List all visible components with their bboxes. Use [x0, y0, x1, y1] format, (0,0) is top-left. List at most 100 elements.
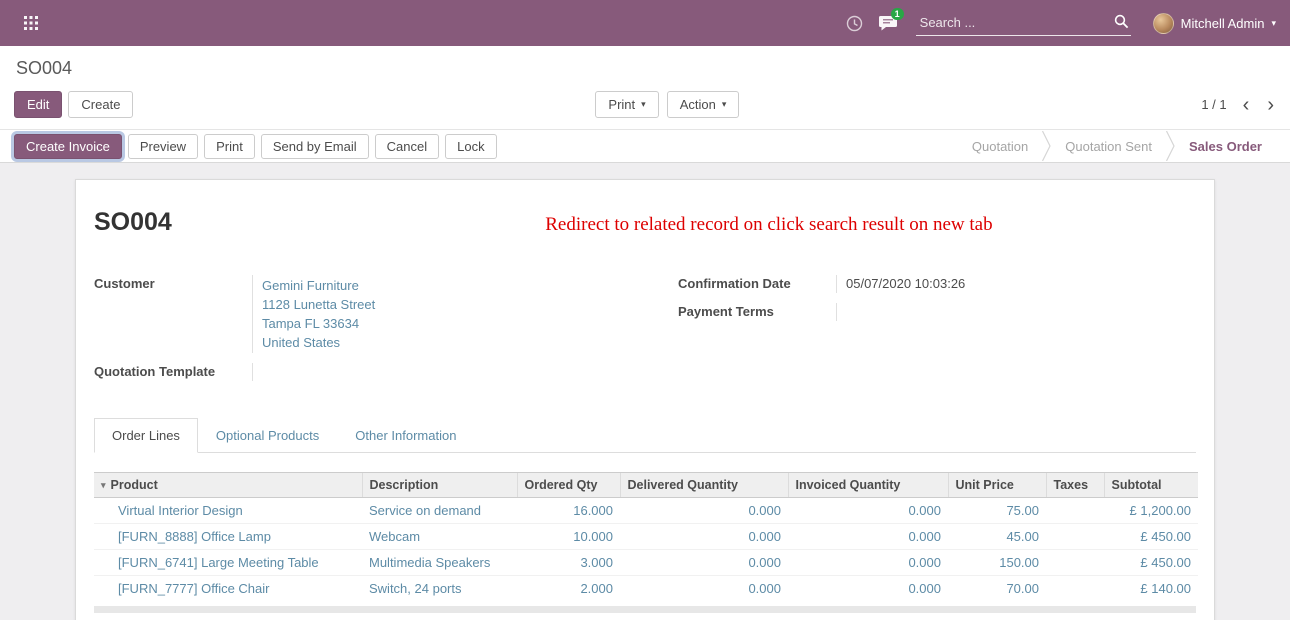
record-action-buttons: Edit Create	[14, 91, 133, 118]
print-dropdown-button[interactable]: Print ▾	[595, 91, 658, 118]
user-menu-button[interactable]: Mitchell Admin ▾	[1153, 0, 1276, 46]
quotation-template-value	[252, 363, 612, 381]
cell-delivered-qty: 0.000	[620, 524, 788, 550]
send-by-email-button[interactable]: Send by Email	[261, 134, 369, 159]
cell-taxes	[1046, 524, 1104, 550]
quotation-template-label: Quotation Template	[94, 363, 252, 381]
cell-ordered-qty: 2.000	[517, 576, 620, 602]
table-row[interactable]: [FURN_8888] Office Lamp Webcam 10.000 0.…	[94, 524, 1198, 550]
cell-ordered-qty: 10.000	[517, 524, 620, 550]
edit-button[interactable]: Edit	[14, 91, 62, 118]
print-button[interactable]: Print	[204, 134, 255, 159]
status-pipeline: Quotation Quotation Sent Sales Order	[958, 135, 1276, 157]
confirmation-date-value: 05/07/2020 10:03:26	[836, 275, 1196, 293]
cell-subtotal: £ 450.00	[1104, 550, 1198, 576]
tab-other-information[interactable]: Other Information	[337, 418, 474, 453]
preview-button[interactable]: Preview	[128, 134, 198, 159]
state-quotation[interactable]: Quotation	[958, 139, 1042, 154]
annotation-text: Redirect to related record on click sear…	[172, 208, 1196, 236]
cell-product[interactable]: [FURN_6741] Large Meeting Table	[94, 550, 362, 576]
payment-terms-value	[836, 303, 1196, 321]
apps-grid-icon	[24, 16, 38, 30]
arrow-separator-icon	[1042, 131, 1051, 161]
pager-value: 1 / 1	[1201, 97, 1226, 112]
cell-ordered-qty: 3.000	[517, 550, 620, 576]
cell-taxes	[1046, 576, 1104, 602]
chevron-down-icon: ▾	[722, 99, 727, 110]
notebook-tabs: Order Lines Optional Products Other Info…	[94, 417, 1196, 453]
cell-product[interactable]: [FURN_8888] Office Lamp	[94, 524, 362, 550]
cell-product[interactable]: [FURN_7777] Office Chair	[94, 576, 362, 602]
user-avatar	[1153, 13, 1174, 34]
messages-menu-button[interactable]: 1	[872, 0, 906, 46]
cell-description[interactable]: Multimedia Speakers	[362, 550, 517, 576]
customer-name-link[interactable]: Gemini Furniture	[262, 276, 612, 295]
cell-description[interactable]: Webcam	[362, 524, 517, 550]
cell-description[interactable]: Switch, 24 ports	[362, 576, 517, 602]
create-invoice-button[interactable]: Create Invoice	[14, 134, 122, 159]
action-dropdown-button[interactable]: Action ▾	[667, 91, 740, 118]
column-header-subtotal[interactable]: Subtotal	[1104, 473, 1198, 498]
cell-ordered-qty: 16.000	[517, 498, 620, 524]
confirmation-date-label: Confirmation Date	[678, 275, 836, 293]
state-quotation-sent[interactable]: Quotation Sent	[1051, 139, 1166, 154]
table-row[interactable]: [FURN_7777] Office Chair Switch, 24 port…	[94, 576, 1198, 602]
page-title: SO004	[94, 208, 172, 237]
cell-delivered-qty: 0.000	[620, 576, 788, 602]
table-row[interactable]: [FURN_6741] Large Meeting Table Multimed…	[94, 550, 1198, 576]
column-header-description[interactable]: Description	[362, 473, 517, 498]
cell-unit-price: 70.00	[948, 576, 1046, 602]
column-header-taxes[interactable]: Taxes	[1046, 473, 1104, 498]
cell-description[interactable]: Service on demand	[362, 498, 517, 524]
create-button[interactable]: Create	[68, 91, 133, 118]
dropdown-buttons: Print ▾ Action ▾	[595, 91, 739, 118]
column-header-invoiced-qty[interactable]: Invoiced Quantity	[788, 473, 948, 498]
cell-invoiced-qty: 0.000	[788, 550, 948, 576]
customer-country: United States	[262, 333, 612, 352]
control-panel: SO004 Edit Create Print ▾ Action ▾ 1 / 1…	[0, 46, 1290, 129]
column-header-ordered-qty[interactable]: Ordered Qty	[517, 473, 620, 498]
clock-icon	[846, 15, 863, 32]
messages-count-badge: 1	[891, 8, 904, 20]
search-icon[interactable]	[1114, 14, 1129, 32]
column-header-product-label: Product	[111, 478, 158, 492]
chevron-down-icon: ▾	[641, 99, 646, 110]
sale-order-sheet: SO004 Redirect to related record on clic…	[75, 179, 1215, 620]
lock-button[interactable]: Lock	[445, 134, 496, 159]
state-sales-order[interactable]: Sales Order	[1175, 139, 1276, 154]
cell-invoiced-qty: 0.000	[788, 498, 948, 524]
payment-terms-label: Payment Terms	[678, 303, 836, 321]
user-name: Mitchell Admin	[1181, 16, 1265, 31]
cancel-button[interactable]: Cancel	[375, 134, 439, 159]
tab-optional-products[interactable]: Optional Products	[198, 418, 337, 453]
action-dropdown-label: Action	[680, 97, 716, 112]
cell-subtotal: £ 1,200.00	[1104, 498, 1198, 524]
statusbar: Create Invoice Preview Print Send by Ema…	[0, 129, 1290, 163]
workflow-buttons: Create Invoice Preview Print Send by Ema…	[14, 134, 497, 159]
chevron-down-icon: ▾	[1271, 18, 1276, 29]
cell-taxes	[1046, 550, 1104, 576]
column-header-delivered-qty[interactable]: Delivered Quantity	[620, 473, 788, 498]
column-header-unit-price[interactable]: Unit Price	[948, 473, 1046, 498]
column-header-product[interactable]: ▾Product	[94, 473, 362, 498]
tab-order-lines[interactable]: Order Lines	[94, 418, 198, 453]
cell-invoiced-qty: 0.000	[788, 576, 948, 602]
cell-unit-price: 45.00	[948, 524, 1046, 550]
cell-taxes	[1046, 498, 1104, 524]
top-navbar: 1 Mitchell Admin ▾	[0, 0, 1290, 46]
sheet-header: SO004 Redirect to related record on clic…	[94, 208, 1196, 237]
pager-next-button[interactable]: ›	[1265, 95, 1276, 115]
customer-value: Gemini Furniture 1128 Lunetta Street Tam…	[252, 275, 612, 353]
cell-unit-price: 75.00	[948, 498, 1046, 524]
activities-menu-button[interactable]	[838, 0, 872, 46]
field-groups: Customer Gemini Furniture 1128 Lunetta S…	[94, 275, 1196, 381]
pager-previous-button[interactable]: ‹	[1241, 95, 1252, 115]
navbar-search	[916, 10, 1131, 36]
table-row[interactable]: Virtual Interior Design Service on deman…	[94, 498, 1198, 524]
table-header-row: ▾Product Description Ordered Qty Deliver…	[94, 473, 1198, 498]
cell-delivered-qty: 0.000	[620, 550, 788, 576]
apps-menu-button[interactable]	[14, 0, 48, 46]
cell-product[interactable]: Virtual Interior Design	[94, 498, 362, 524]
breadcrumb: SO004	[16, 58, 1276, 79]
search-input[interactable]	[916, 10, 1131, 36]
